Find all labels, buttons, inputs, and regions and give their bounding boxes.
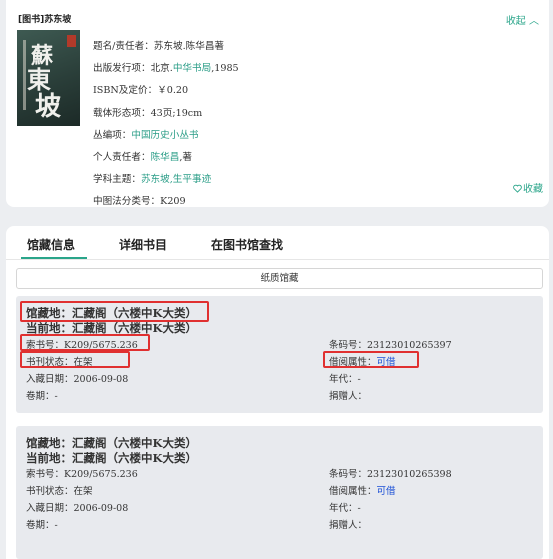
holding-status: 书刊状态：在架	[26, 486, 93, 497]
holding-location: 馆藏地：汇藏阁（六楼中K大类）	[26, 436, 197, 450]
call-number: 索书号：K209/5675.236	[26, 469, 138, 480]
field-value: ￥0.20	[157, 85, 189, 97]
field-series: 丛编项：中国历史小丛书	[93, 125, 239, 147]
field-value: ,著	[179, 152, 192, 164]
subject-link[interactable]: 苏东坡,生平事迹	[141, 174, 211, 185]
publisher-link[interactable]: 中华书局	[173, 63, 211, 74]
record-card: [图书]苏东坡 收起 ︿ 蘇 東 坡 题名/责任者：苏东坡.陈华昌著 出版发行项…	[6, 0, 549, 207]
barcode: 条码号：23123010265397	[329, 340, 452, 351]
acquisition-date: 入藏日期：2006-09-08	[26, 374, 129, 385]
cover-seal	[67, 35, 76, 47]
loan-attribute: 借阅属性：可借	[329, 354, 396, 368]
field-value: 北京.	[150, 63, 173, 75]
loan-value: 可借	[376, 486, 396, 497]
holding-status: 书刊状态：在架	[26, 357, 93, 368]
tab-bar: 馆藏信息 详细书目 在图书馆查找	[6, 226, 549, 260]
field-label: ISBN及定价：	[93, 85, 158, 97]
cover-char: 坡	[35, 92, 62, 122]
collect-button[interactable]: 收藏	[513, 180, 543, 195]
author-link[interactable]: 陈华昌	[151, 152, 180, 163]
collect-label: 收藏	[523, 184, 543, 195]
tab-holdings-info[interactable]: 馆藏信息	[27, 236, 75, 253]
holding-item: 馆藏地：汇藏阁（六楼中K大类） 当前地：汇藏阁（六楼中K大类） 索书号：K209…	[16, 296, 543, 413]
field-label: 载体形态项：	[93, 107, 151, 119]
book-cover-image: 蘇 東 坡	[17, 30, 80, 126]
record-type-title: [图书]苏东坡	[18, 15, 72, 25]
barcode: 条码号：23123010265398	[329, 469, 452, 480]
field-label: 中图法分类号：	[93, 196, 161, 208]
loan-value: 可借	[376, 357, 396, 368]
donor: 捐赠人：	[329, 520, 368, 531]
loan-attribute: 借阅属性：可借	[329, 483, 396, 497]
collapse-button[interactable]: 收起 ︿	[506, 12, 539, 27]
tab-find-in-library[interactable]: 在图书馆查找	[211, 236, 283, 253]
record-metadata: 题名/责任者：苏东坡.陈华昌著 出版发行项：北京.中华书局,1985 ISBN及…	[93, 36, 239, 214]
field-label: 出版发行项：	[93, 63, 151, 75]
field-title-author: 题名/责任者：苏东坡.陈华昌著	[93, 36, 239, 58]
field-label: 学科主题：	[93, 174, 141, 186]
field-publication: 出版发行项：北京.中华书局,1985	[93, 58, 239, 80]
donor: 捐赠人：	[329, 391, 368, 402]
series-link[interactable]: 中国历史小丛书	[131, 130, 198, 141]
field-personal-author: 个人责任者：陈华昌,著	[93, 147, 239, 169]
volume: 卷期：-	[26, 391, 58, 402]
field-value: 苏东坡.陈华昌著	[153, 41, 225, 52]
paper-holdings-button[interactable]: 纸质馆藏	[16, 268, 543, 289]
holding-item: 馆藏地：汇藏阁（六楼中K大类） 当前地：汇藏阁（六楼中K大类） 索书号：K209…	[16, 426, 543, 559]
holding-location: 馆藏地：汇藏阁（六楼中K大类）	[26, 306, 197, 320]
field-isbn-price: ISBN及定价：￥0.20	[93, 80, 239, 102]
year: 年代：-	[329, 374, 361, 385]
field-label: 个人责任者：	[93, 152, 151, 164]
field-label: 题名/责任者：	[93, 41, 154, 52]
divider	[6, 259, 549, 260]
tab-detailed-record[interactable]: 详细书目	[119, 236, 167, 253]
volume: 卷期：-	[26, 520, 58, 531]
holding-current-location: 当前地：汇藏阁（六楼中K大类）	[26, 321, 197, 335]
year: 年代：-	[329, 503, 361, 514]
loan-label: 借阅属性：	[329, 486, 377, 497]
loan-label: 借阅属性：	[329, 357, 377, 368]
holding-current-location: 当前地：汇藏阁（六楼中K大类）	[26, 451, 197, 465]
field-value: 43页;19cm	[150, 107, 203, 119]
field-physical: 载体形态项：43页;19cm	[93, 103, 239, 125]
field-subject: 学科主题：苏东坡,生平事迹	[93, 169, 239, 191]
heart-icon	[513, 184, 522, 193]
field-label: 丛编项：	[93, 129, 132, 141]
holdings-card: 馆藏信息 详细书目 在图书馆查找 纸质馆藏 馆藏地：汇藏阁（六楼中K大类） 当前…	[6, 226, 549, 559]
call-number: 索书号：K209/5675.236	[26, 340, 138, 351]
field-value: K209	[160, 196, 186, 208]
field-classification: 中图法分类号：K209	[93, 191, 239, 213]
cover-decoration	[23, 40, 26, 110]
field-value: ,1985	[211, 63, 239, 75]
acquisition-date: 入藏日期：2006-09-08	[26, 503, 129, 514]
